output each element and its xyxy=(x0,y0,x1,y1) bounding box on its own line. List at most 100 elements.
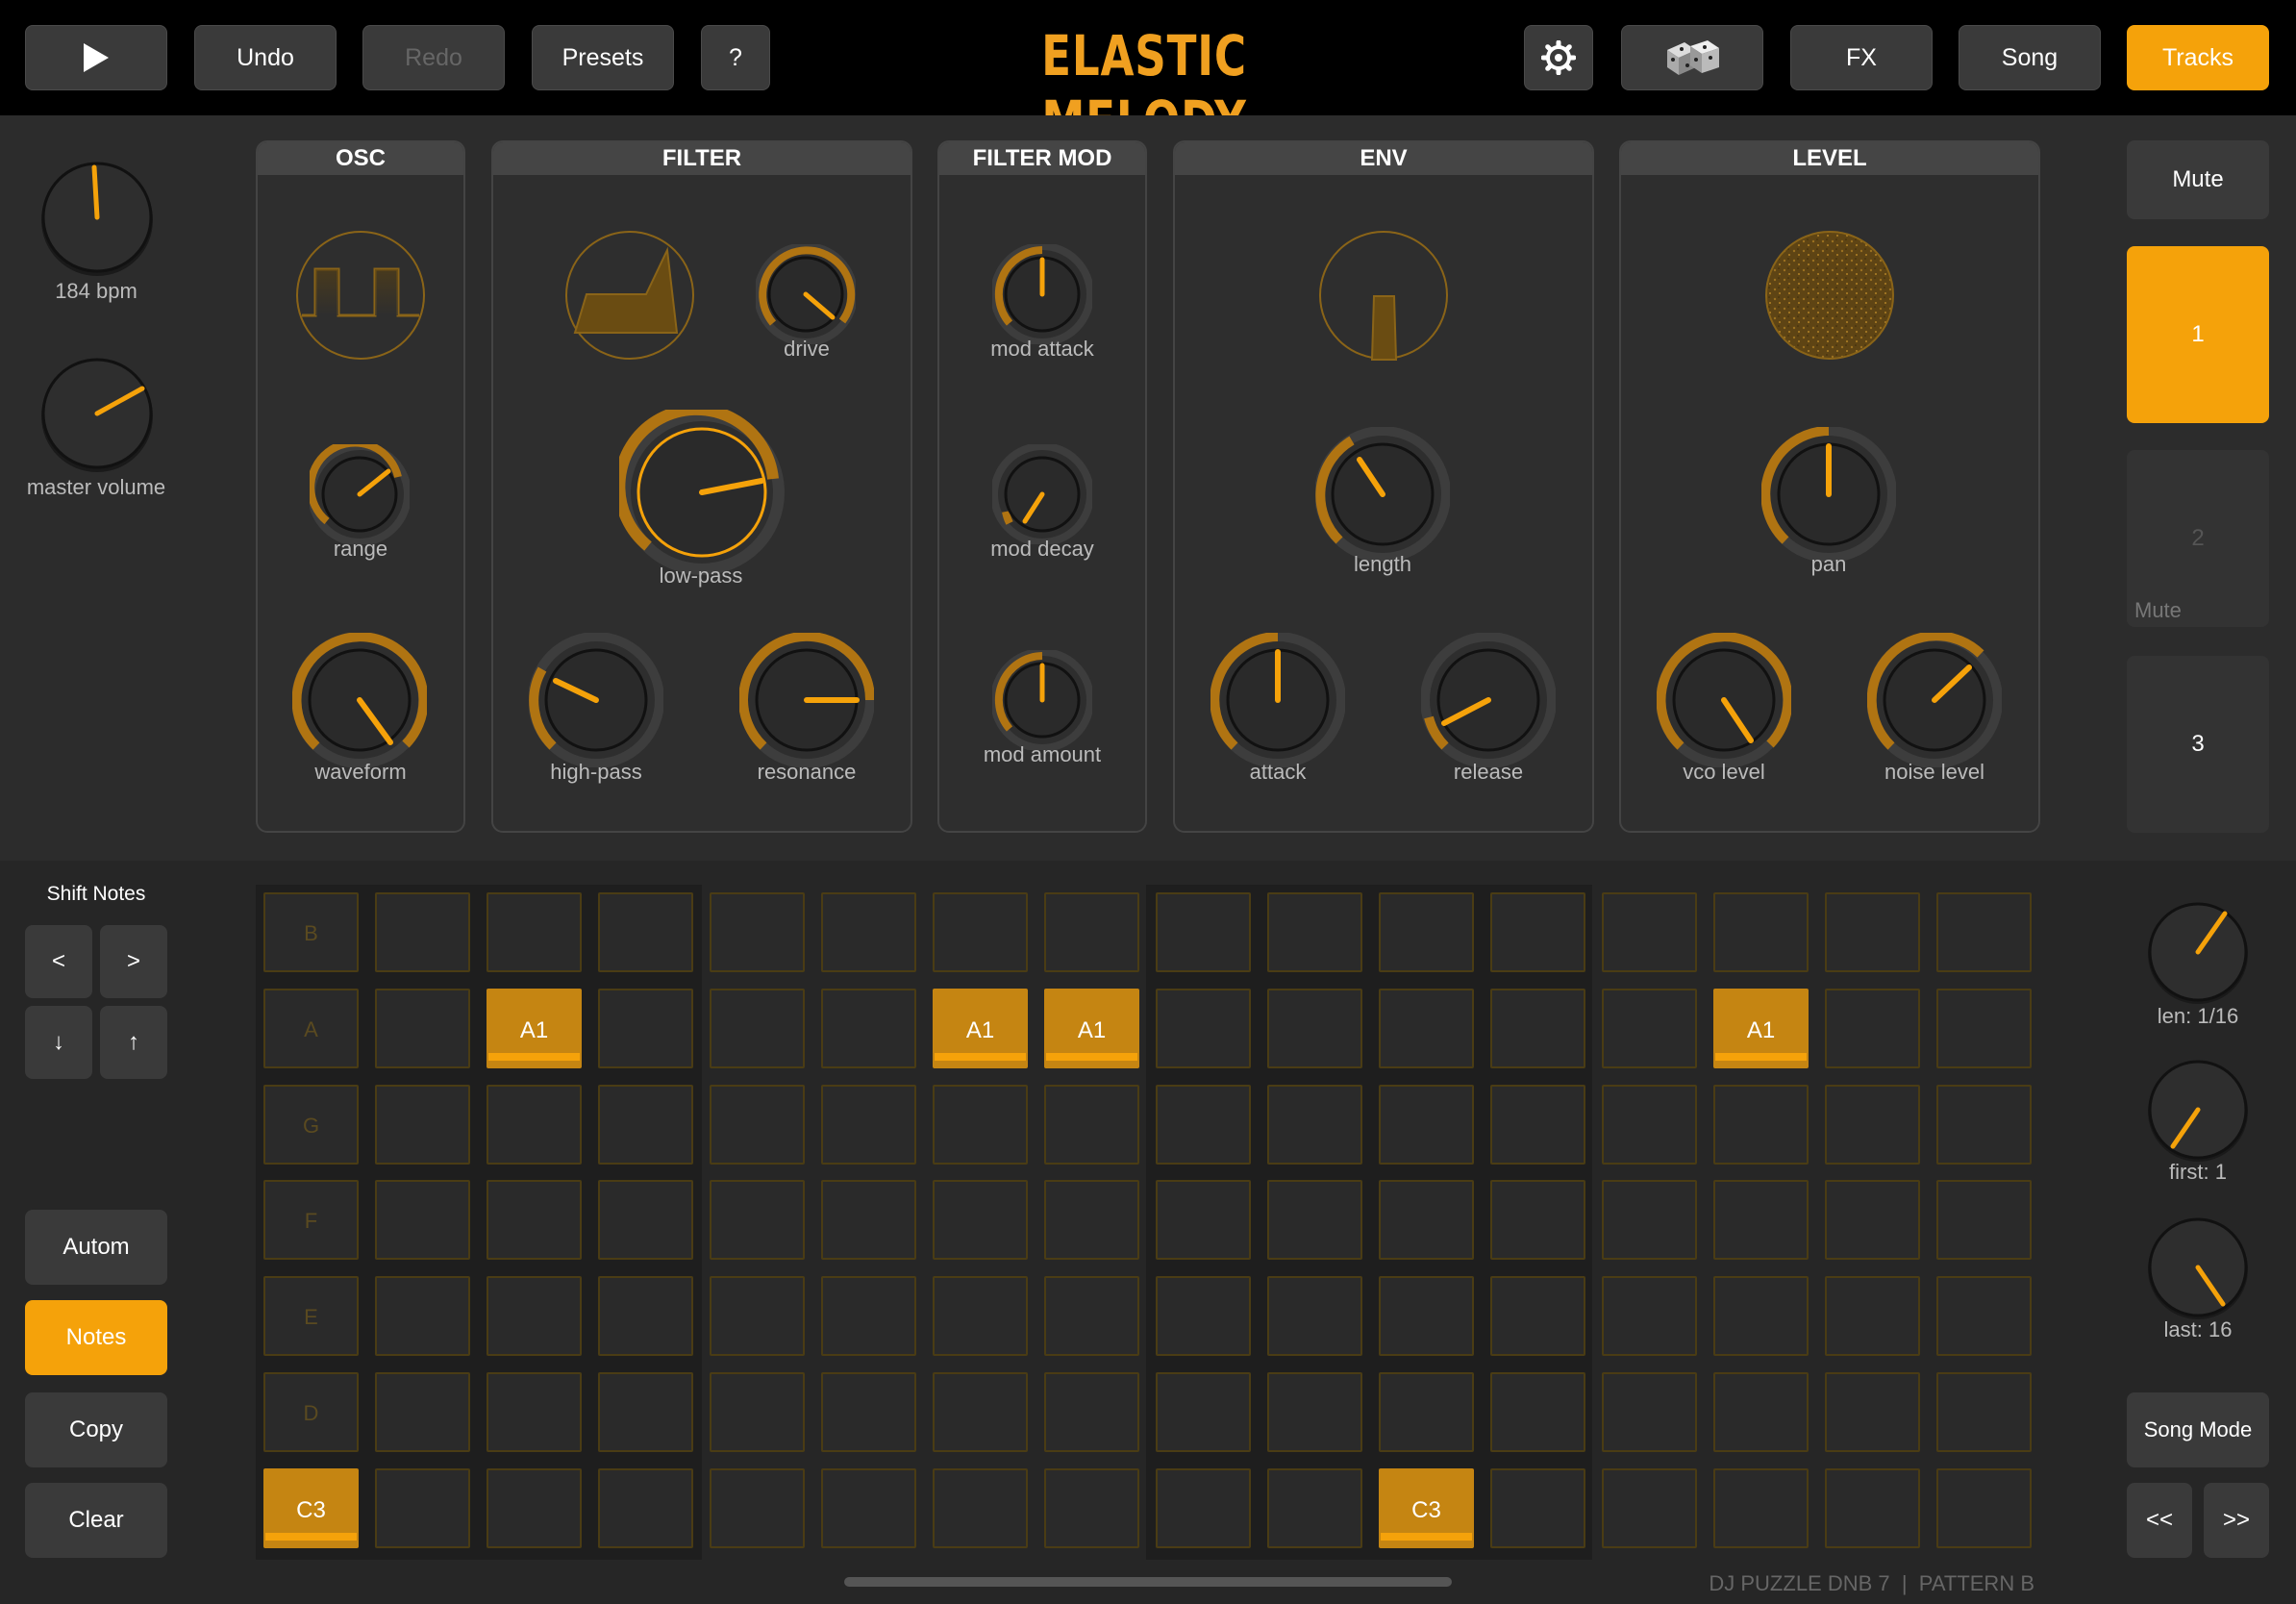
mute-button[interactable]: Mute xyxy=(2127,140,2269,219)
grid-cell[interactable] xyxy=(933,1084,1028,1165)
grid-cell[interactable] xyxy=(1044,1180,1139,1261)
grid-cell[interactable] xyxy=(1156,988,1251,1068)
undo-button[interactable]: Undo xyxy=(194,25,337,90)
notes-button[interactable]: Notes xyxy=(25,1300,167,1375)
grid-cell[interactable] xyxy=(1044,1467,1139,1548)
grid-cell[interactable] xyxy=(1713,1276,1809,1357)
grid-cell[interactable] xyxy=(1825,892,1920,972)
noise-level-knob[interactable] xyxy=(1867,633,2002,767)
previous-pattern-button[interactable]: << xyxy=(2127,1483,2192,1558)
grid-cell[interactable] xyxy=(375,1276,470,1357)
vco-level-knob[interactable] xyxy=(1657,633,1791,767)
grid-cell[interactable] xyxy=(1936,1180,2032,1261)
grid-cell[interactable]: E xyxy=(263,1276,359,1357)
grid-cell[interactable] xyxy=(1825,988,1920,1068)
grid-cell[interactable] xyxy=(1490,1372,1585,1452)
note-cell[interactable]: C3 xyxy=(263,1467,359,1548)
grid-cell[interactable]: A xyxy=(263,988,359,1068)
note-cell[interactable]: A1 xyxy=(1044,988,1139,1068)
grid-cell[interactable] xyxy=(598,1276,693,1357)
grid-cell[interactable] xyxy=(933,1372,1028,1452)
tempo-knob[interactable] xyxy=(35,158,160,283)
grid-cell[interactable] xyxy=(1713,892,1809,972)
last-step-knob[interactable] xyxy=(2144,1216,2252,1323)
grid-cell[interactable] xyxy=(598,1084,693,1165)
range-knob[interactable] xyxy=(310,444,410,544)
grid-cell[interactable] xyxy=(1267,1467,1362,1548)
next-pattern-button[interactable]: >> xyxy=(2204,1483,2269,1558)
grid-cell[interactable]: G xyxy=(263,1084,359,1165)
grid-cell[interactable] xyxy=(375,1084,470,1165)
grid-cell[interactable] xyxy=(1713,1084,1809,1165)
fx-button[interactable]: FX xyxy=(1790,25,1933,90)
grid-cell[interactable] xyxy=(1490,1467,1585,1548)
grid-cell[interactable] xyxy=(1602,892,1697,972)
grid-cell[interactable] xyxy=(1936,1276,2032,1357)
grid-cell[interactable] xyxy=(487,1372,582,1452)
first-step-knob[interactable] xyxy=(2144,1058,2252,1165)
grid-cell[interactable] xyxy=(1156,892,1251,972)
grid-cell[interactable] xyxy=(710,1276,805,1357)
autom-button[interactable]: Autom xyxy=(25,1210,167,1285)
tracks-button[interactable]: Tracks xyxy=(2127,25,2269,90)
grid-cell[interactable] xyxy=(598,892,693,972)
shift-up-button[interactable]: ↑ xyxy=(100,1006,167,1079)
grid-cell[interactable] xyxy=(933,892,1028,972)
copy-button[interactable]: Copy xyxy=(25,1392,167,1467)
mod-amount-knob[interactable] xyxy=(992,650,1092,750)
grid-cell[interactable] xyxy=(1936,988,2032,1068)
grid-cell[interactable] xyxy=(487,892,582,972)
grid-cell[interactable] xyxy=(710,988,805,1068)
high-pass-knob[interactable] xyxy=(529,633,663,767)
grid-cell[interactable] xyxy=(1267,988,1362,1068)
grid-cell[interactable] xyxy=(1490,1276,1585,1357)
grid-cell[interactable] xyxy=(1713,1467,1809,1548)
grid-cell[interactable] xyxy=(821,1372,916,1452)
grid-cell[interactable] xyxy=(710,892,805,972)
note-cell[interactable]: A1 xyxy=(487,988,582,1068)
grid-cell[interactable] xyxy=(821,1276,916,1357)
grid-cell[interactable] xyxy=(1267,1372,1362,1452)
grid-cell[interactable] xyxy=(933,1276,1028,1357)
grid-cell[interactable] xyxy=(1379,1372,1474,1452)
grid-cell[interactable] xyxy=(1936,1467,2032,1548)
grid-cell[interactable] xyxy=(710,1372,805,1452)
grid-cell[interactable] xyxy=(1156,1372,1251,1452)
track-1-button[interactable]: 1 xyxy=(2127,246,2269,423)
shift-right-button[interactable]: > xyxy=(100,925,167,998)
grid-cell[interactable] xyxy=(1825,1276,1920,1357)
grid-cell[interactable] xyxy=(1936,892,2032,972)
track-2-button[interactable]: 2 Mute xyxy=(2127,450,2269,627)
grid-cell[interactable]: B xyxy=(263,892,359,972)
song-mode-button[interactable]: Song Mode xyxy=(2127,1392,2269,1467)
grid-cell[interactable] xyxy=(821,1180,916,1261)
redo-button[interactable]: Redo xyxy=(362,25,505,90)
release-knob[interactable] xyxy=(1421,633,1556,767)
grid-cell[interactable] xyxy=(1713,1180,1809,1261)
grid-cell[interactable] xyxy=(1267,1084,1362,1165)
grid-cell[interactable] xyxy=(487,1276,582,1357)
grid-cell[interactable] xyxy=(1490,1180,1585,1261)
grid-cell[interactable] xyxy=(821,1467,916,1548)
length-knob[interactable] xyxy=(1315,427,1450,562)
grid-cell[interactable] xyxy=(1490,1084,1585,1165)
grid-cell[interactable] xyxy=(1267,892,1362,972)
grid-cell[interactable] xyxy=(1156,1276,1251,1357)
track-3-button[interactable]: 3 xyxy=(2127,656,2269,833)
grid-cell[interactable] xyxy=(1044,1276,1139,1357)
length-step-knob[interactable] xyxy=(2144,900,2252,1008)
grid-cell[interactable] xyxy=(1267,1276,1362,1357)
grid-cell[interactable] xyxy=(487,1084,582,1165)
clear-button[interactable]: Clear xyxy=(25,1483,167,1558)
note-cell[interactable]: A1 xyxy=(933,988,1028,1068)
help-button[interactable]: ? xyxy=(701,25,770,90)
settings-button[interactable] xyxy=(1524,25,1593,90)
grid-cell[interactable] xyxy=(1044,892,1139,972)
grid-cell[interactable] xyxy=(375,892,470,972)
grid-cell[interactable] xyxy=(1602,1276,1697,1357)
grid-cell[interactable] xyxy=(1825,1372,1920,1452)
grid-cell[interactable] xyxy=(487,1180,582,1261)
grid-cell[interactable] xyxy=(821,1084,916,1165)
grid-cell[interactable] xyxy=(1156,1084,1251,1165)
note-cell[interactable]: A1 xyxy=(1713,988,1809,1068)
